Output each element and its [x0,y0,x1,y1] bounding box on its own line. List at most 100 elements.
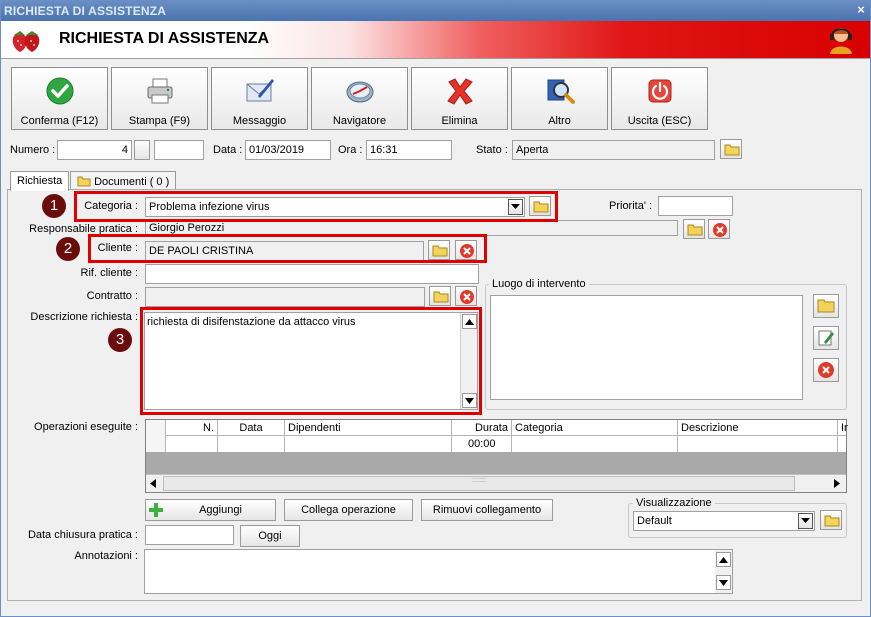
power-icon [648,79,672,103]
priorita-field[interactable] [658,196,733,216]
tab-richiesta[interactable]: Richiesta [10,171,70,191]
chevron-right-icon [834,479,840,488]
aggiungi-button[interactable]: Aggiungi [145,499,276,521]
scroll-up-button[interactable] [716,552,731,567]
altro-label: Altro [548,115,571,127]
navigatore-label: Navigatore [332,115,387,127]
rimuovi-collegamento-button[interactable]: Rimuovi collegamento [421,499,553,521]
messaggio-label: Messaggio [232,115,287,127]
numero-side-button[interactable] [134,140,150,160]
strawberry-logo-icon [12,31,40,52]
contratto-field [145,287,425,307]
operazioni-grid[interactable]: N. Data Dipendenti Durata Categoria Desc… [145,419,848,493]
data-label: Data : [213,144,243,156]
delete-x-icon [447,78,473,105]
tab-documenti[interactable]: Documenti ( 0 ) [70,171,177,190]
data-chiusura-label: Data chiusura pratica : [27,529,138,541]
grid-row-selector [146,420,166,452]
chevron-up-icon [719,557,728,563]
rif-cliente-label: Rif. cliente : [80,267,138,279]
contratto-folder-button[interactable] [429,286,451,306]
uscita-button[interactable]: Uscita (ESC) [611,67,708,130]
luogo-edit-button[interactable] [813,326,839,350]
visualizzazione-select[interactable]: Default [633,511,815,531]
numero-suffix-field[interactable] [154,140,204,160]
visualizzazione-dropdown-button[interactable] [798,513,813,529]
grid-col-descrizione: Descrizione [678,420,838,452]
stato-folder-button[interactable] [720,139,742,159]
elimina-button[interactable]: Elimina [411,67,508,130]
envelope-pen-icon [246,79,274,102]
annotazioni-scrollbar[interactable] [715,550,732,593]
visualizzazione-title: Visualizzazione [633,497,715,509]
data-field[interactable]: 01/03/2019 [245,140,331,160]
stampa-button[interactable]: Stampa (F9) [111,67,208,130]
clear-icon [713,223,727,237]
conferma-label: Conferma (F12) [20,115,99,127]
conferma-button[interactable]: Conferma (F12) [11,67,108,130]
chevron-down-icon [719,580,728,586]
priorita-label: Priorita' : [609,200,653,212]
ora-label: Ora : [338,144,363,156]
grid-col-categoria: Categoria [512,420,678,452]
luogo-folder-button[interactable] [813,294,839,318]
contratto-label: Contratto : [86,290,138,302]
luogo-title: Luogo di intervento [489,278,589,290]
navigatore-button[interactable]: Navigatore [311,67,408,130]
folder-icon [817,299,835,313]
support-operator-icon [830,28,852,54]
grid-scroll-thumb[interactable]: :::::::: [163,476,795,491]
highlight-categoria [74,191,558,222]
close-icon[interactable]: × [857,2,865,17]
oggi-button[interactable]: Oggi [240,525,300,547]
operazioni-label: Operazioni eseguite : [34,421,138,433]
ora-field[interactable]: 16:31 [366,140,452,160]
uscita-label: Uscita (ESC) [627,115,692,127]
aggiungi-label: Aggiungi [199,504,242,516]
highlight-cliente [88,234,487,263]
grid-hscrollbar[interactable]: :::::::: [146,474,846,492]
altro-button[interactable]: Altro [511,67,608,130]
luogo-clear-button[interactable] [813,358,839,382]
plus-icon [149,503,163,517]
responsabile-folder-button[interactable] [683,219,705,239]
tab-richiesta-label: Richiesta [17,175,63,187]
grid-col-in: In [841,422,848,434]
annotazioni-textarea[interactable] [144,549,733,594]
data-chiusura-field[interactable] [145,525,234,545]
responsabile-clear-button[interactable] [708,219,730,239]
grid-cell-durata: 00:00 [468,438,496,450]
printer-icon [147,78,173,104]
numero-field[interactable]: 4 [57,140,132,160]
grid-col-dipendenti: Dipendenti [285,420,452,452]
rif-cliente-field[interactable] [145,264,479,284]
annotation-badge-3: 3 [108,328,132,352]
clear-icon [460,290,474,304]
annotation-badge-1: 1 [42,194,66,218]
folder-icon [77,176,91,187]
form-header: RICHIESTA DI ASSISTENZA [1,21,870,59]
folder-icon [433,291,449,303]
annotation-badge-2: 2 [56,237,80,261]
clear-icon [818,362,834,378]
compass-icon [346,81,374,103]
stato-label: Stato : [476,144,508,156]
contratto-clear-button[interactable] [455,286,477,306]
descrizione-label: Descrizione richiesta : [30,311,138,323]
folder-icon [687,224,703,236]
window-title-bar: RICHIESTA DI ASSISTENZA × [0,0,871,21]
magnifier-icon [547,79,575,104]
visualizzazione-folder-button[interactable] [820,510,842,530]
check-icon [46,77,74,105]
stampa-label: Stampa (F9) [128,115,191,127]
highlight-descrizione [140,307,482,415]
grid-col-n: N. [166,420,218,452]
messaggio-button[interactable]: Messaggio [211,67,308,130]
folder-icon [824,515,840,527]
luogo-textarea[interactable] [490,295,803,400]
elimina-label: Elimina [441,115,478,127]
grid-col-data: Data [218,420,285,452]
scroll-down-button[interactable] [716,575,731,590]
edit-note-icon [818,330,834,346]
collega-operazione-button[interactable]: Collega operazione [284,499,413,521]
